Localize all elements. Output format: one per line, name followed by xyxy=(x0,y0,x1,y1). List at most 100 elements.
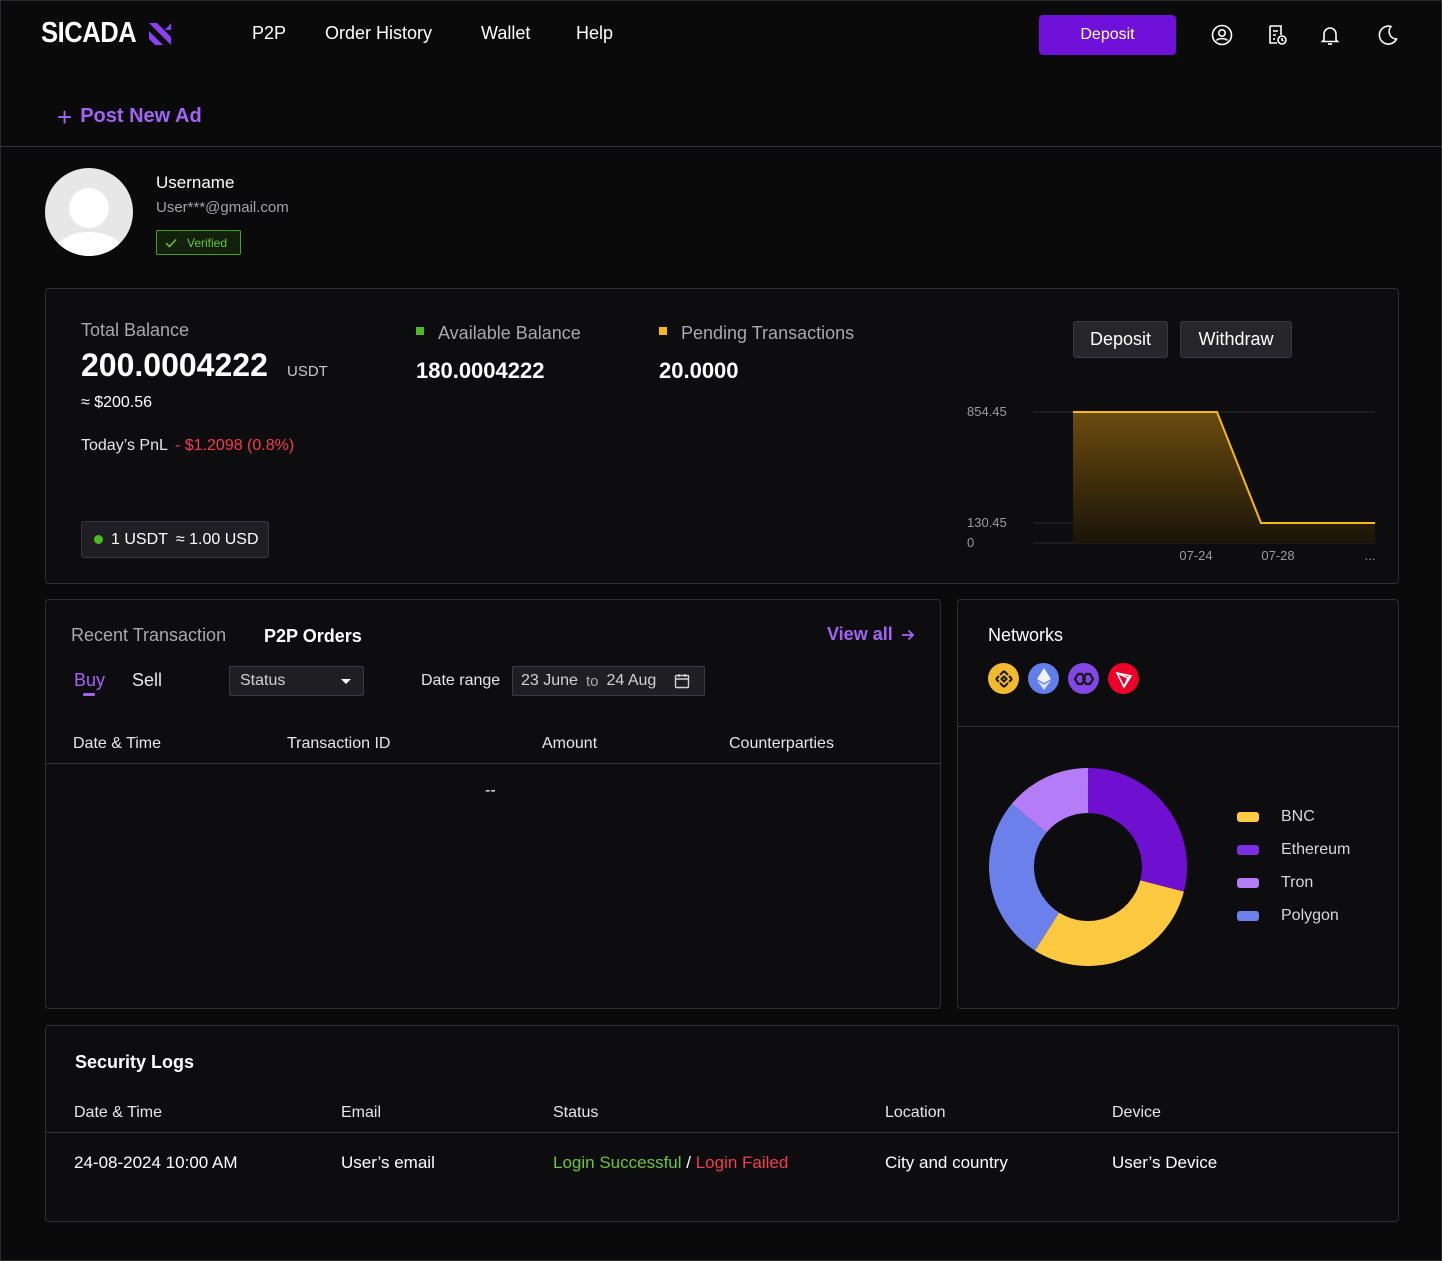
sec-row-datetime: 24-08-2024 10:00 AM xyxy=(74,1153,238,1172)
pending-marker xyxy=(659,327,667,336)
avatar xyxy=(45,168,133,256)
pending-transactions-value: 20.0000 xyxy=(659,358,739,383)
sec-row-location: City and country xyxy=(885,1153,1008,1172)
legend-label-bnc: BNC xyxy=(1281,808,1315,825)
networks-donut-chart xyxy=(989,768,1187,966)
sec-col-device: Device xyxy=(1112,1104,1161,1121)
sec-col-date-time: Date & Time xyxy=(74,1104,163,1121)
buy-tab[interactable]: Buy xyxy=(74,670,105,691)
calendar-icon[interactable] xyxy=(674,673,690,689)
col-amount: Amount xyxy=(542,735,598,752)
available-balance-label: Available Balance xyxy=(438,323,581,343)
header-divider xyxy=(1,146,1442,147)
date-to-word: to xyxy=(585,672,599,690)
moon-icon[interactable] xyxy=(1376,23,1400,47)
security-header-divider xyxy=(46,1132,1398,1133)
security-logs-card xyxy=(45,1025,1399,1222)
date-range-label: Date range xyxy=(421,672,501,689)
total-balance-label: Total Balance xyxy=(81,320,190,340)
brand-logo[interactable]: SICADA xyxy=(41,17,173,50)
status-separator: / xyxy=(681,1153,696,1172)
bnb-icon[interactable] xyxy=(988,663,1019,694)
bell-icon[interactable] xyxy=(1318,23,1342,47)
total-balance-currency: USDT xyxy=(287,363,328,380)
tab-p2p-orders[interactable]: P2P Orders xyxy=(264,626,362,647)
chart-y-tick: 0 xyxy=(967,535,974,550)
rate-right: ≈ 1.00 USD xyxy=(175,530,259,548)
post-new-ad-button[interactable]: + Post New Ad xyxy=(57,101,202,132)
exchange-rate-pill: 1 USDT ≈ 1.00 USD xyxy=(81,521,269,558)
nav-p2p[interactable]: P2P xyxy=(252,23,286,44)
security-logs-title: Security Logs xyxy=(75,1052,195,1072)
available-balance-label-wrap: Available Balance xyxy=(416,323,581,344)
legend-tron: Tron xyxy=(1237,874,1313,892)
sec-row-email: User’s email xyxy=(341,1153,435,1172)
col-counterparties: Counterparties xyxy=(729,735,834,752)
donut-slice-bnc xyxy=(1034,880,1184,966)
view-all-label: View all xyxy=(827,624,893,644)
total-balance-approx: ≈ $200.56 xyxy=(81,394,153,411)
sell-tab[interactable]: Sell xyxy=(132,670,162,691)
legend-bnc: BNC xyxy=(1237,808,1315,826)
chart-y-tick: 854.45 xyxy=(967,404,1007,419)
date-from: 23 June xyxy=(521,672,578,689)
legend-swatch-polygon xyxy=(1237,911,1259,921)
chart-x-tick: ... xyxy=(1365,548,1376,563)
ethereum-icon[interactable] xyxy=(1028,663,1059,694)
col-transaction-id: Transaction ID xyxy=(287,735,391,752)
balance-deposit-button[interactable]: Deposit xyxy=(1073,321,1168,358)
available-marker xyxy=(416,327,424,336)
balance-area-chart: 854.45 130.45 0 07-24 07-28... xyxy=(967,404,1376,563)
verified-label: Verified xyxy=(187,235,228,250)
networks-title: Networks xyxy=(988,625,1064,645)
chart-x-tick: 07-28 xyxy=(1261,548,1294,563)
rate-left: 1 USDT xyxy=(111,530,168,548)
user-circle-icon[interactable] xyxy=(1210,23,1234,47)
sec-col-status: Status xyxy=(553,1104,599,1121)
networks-divider xyxy=(958,726,1398,727)
nav-order-history[interactable]: Order History xyxy=(325,23,432,44)
chevron-down-icon xyxy=(341,678,351,684)
verified-badge: Verified xyxy=(156,230,241,255)
nav-wallet[interactable]: Wallet xyxy=(481,23,530,44)
col-date-time: Date & Time xyxy=(73,735,162,752)
buy-tab-indicator xyxy=(83,693,95,696)
legend-swatch-bnc xyxy=(1237,812,1259,822)
legend-swatch-ethereum xyxy=(1237,845,1259,855)
tron-icon[interactable] xyxy=(1108,663,1139,694)
tab-recent-transaction[interactable]: Recent Transaction xyxy=(71,625,226,646)
sec-row-status: Login Successful / Login Failed xyxy=(553,1153,788,1173)
header-deposit-button[interactable]: Deposit xyxy=(1039,15,1176,55)
status-dropdown[interactable]: Status xyxy=(229,666,364,696)
pending-label-wrap: Pending Transactions xyxy=(659,323,854,344)
legend-ethereum: Ethereum xyxy=(1237,841,1350,859)
legend-polygon: Polygon xyxy=(1237,907,1339,925)
orders-icon[interactable] xyxy=(1265,23,1289,47)
plus-icon: + xyxy=(57,101,73,132)
sec-col-email: Email xyxy=(341,1104,382,1121)
nav-help[interactable]: Help xyxy=(576,23,613,44)
pnl-label: Today’s PnL xyxy=(81,437,168,454)
check-icon xyxy=(165,238,177,248)
sec-row-device: User’s Device xyxy=(1112,1153,1218,1172)
brand-mark-icon xyxy=(149,22,172,45)
chart-x-tick: 07-24 xyxy=(1179,548,1212,563)
balance-withdraw-button[interactable]: Withdraw xyxy=(1180,321,1292,358)
arrow-right-icon xyxy=(901,629,914,640)
polygon-icon[interactable] xyxy=(1068,663,1099,694)
legend-swatch-tron xyxy=(1237,878,1259,888)
status-dropdown-value: Status xyxy=(240,672,286,689)
sec-col-location: Location xyxy=(885,1104,946,1121)
transactions-card xyxy=(45,599,941,1009)
available-balance-value: 180.0004222 xyxy=(416,358,545,383)
chart-y-tick: 130.45 xyxy=(967,515,1007,530)
date-range-picker[interactable]: 23 June to 24 Aug xyxy=(512,666,705,696)
pending-transactions-label: Pending Transactions xyxy=(681,323,855,343)
date-to: 24 Aug xyxy=(606,672,657,689)
profile-email: User***@gmail.com xyxy=(156,199,289,216)
profile-username: Username xyxy=(156,173,235,192)
view-all-link[interactable]: View all xyxy=(827,624,915,645)
legend-label-tron: Tron xyxy=(1281,874,1314,891)
post-new-ad-label: Post New Ad xyxy=(80,105,202,127)
rate-status-dot xyxy=(94,535,103,544)
